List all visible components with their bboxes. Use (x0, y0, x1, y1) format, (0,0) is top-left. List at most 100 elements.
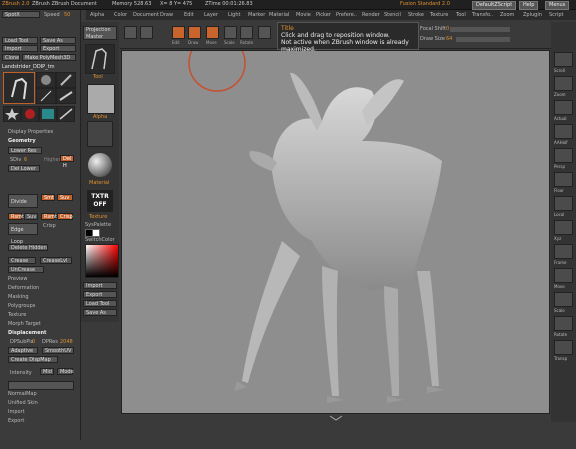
smoothuv-button[interactable]: SmoothUV (42, 347, 74, 354)
export-button[interactable]: Export (40, 45, 76, 52)
color-picker[interactable] (85, 244, 119, 278)
menu-tool[interactable]: Tool (456, 12, 466, 18)
dpres-label[interactable]: DPRes (42, 339, 58, 345)
stroke-thumbnail[interactable] (87, 121, 113, 147)
scale-button[interactable] (224, 26, 237, 39)
higher-res-button[interactable]: Higher (44, 157, 61, 163)
projection-master-button[interactable]: Projection Master (83, 26, 117, 40)
transp-shelf-icon[interactable] (554, 340, 573, 355)
crease-button[interactable]: Crease (8, 257, 36, 264)
preview-section[interactable]: Preview (8, 276, 27, 282)
dpres-value[interactable]: 2048 (60, 339, 73, 345)
creaselvl-slider[interactable]: CreaseLvl (40, 257, 72, 264)
focal-shift-slider[interactable] (450, 27, 510, 32)
speed-value[interactable]: 50 (64, 12, 70, 18)
document-canvas[interactable] (121, 34, 550, 414)
mode-button[interactable]: Mode (57, 368, 74, 375)
mid-button[interactable]: Mid (40, 368, 54, 375)
brush-tool-thumbnail[interactable] (56, 72, 76, 88)
make-polymesh-button[interactable]: Make PolyMesh3D (22, 54, 76, 61)
knife-tool-thumbnail[interactable] (56, 88, 76, 104)
floor-icon[interactable] (554, 172, 573, 187)
intensity-label[interactable]: Intensity (10, 370, 32, 376)
divide-button[interactable]: Divide (8, 194, 38, 208)
current-tool-thumbnail[interactable] (3, 72, 35, 104)
export-section[interactable]: Export (8, 418, 24, 424)
draw-size-slider[interactable] (456, 37, 510, 42)
crisp-toggle[interactable]: Crisp (57, 213, 73, 220)
load-tool-button[interactable]: Load Tool (2, 37, 38, 44)
menu-draw[interactable]: Draw (160, 12, 173, 18)
col2-export-button[interactable]: Export (83, 291, 117, 298)
menu-transform[interactable]: Transfo.. (472, 12, 493, 18)
rotate-button[interactable] (240, 26, 253, 39)
menu-movie[interactable]: Movie (296, 12, 311, 18)
rotate-shelf-icon[interactable] (554, 316, 573, 331)
edit-button[interactable] (172, 26, 185, 39)
uncrease-button[interactable]: UnCrease (8, 266, 44, 273)
menu-light[interactable]: Light (228, 12, 240, 18)
menus-button[interactable]: Menus (545, 1, 570, 10)
deformation-section[interactable]: Deformation (8, 285, 39, 291)
move-button[interactable] (206, 26, 219, 39)
primary-color-swatch[interactable] (92, 229, 100, 237)
help-button[interactable]: Help (519, 1, 539, 10)
save-as-button[interactable]: Save As (40, 37, 76, 44)
unified-skin-section[interactable]: Unified Skin (8, 400, 38, 406)
dpsubpix-label[interactable]: DPSubPix (10, 339, 34, 345)
normalmap-section[interactable]: NormalMap (8, 391, 37, 397)
adaptive-button[interactable]: Adaptive (8, 347, 38, 354)
menu-texture[interactable]: Texture (430, 12, 448, 18)
draw-size-value[interactable]: 64 (446, 36, 452, 42)
menu-render[interactable]: Render (362, 12, 380, 18)
edit-mode-icon[interactable] (124, 26, 137, 39)
texture-off-button[interactable]: TXTR OFF (87, 190, 113, 212)
del-higher-button[interactable]: Del H (60, 155, 74, 169)
geometry-section[interactable]: Geometry (8, 138, 36, 144)
frame-icon[interactable] (140, 26, 153, 39)
star-tool-thumbnail[interactable] (3, 106, 21, 122)
menu-marker[interactable]: Marker (248, 12, 265, 18)
lower-res-button[interactable]: Lower Res (8, 147, 42, 154)
menu-picker[interactable]: Picker (316, 12, 331, 18)
polygroups-section[interactable]: Polygroups (8, 303, 35, 309)
rsmt-toggle[interactable]: Rsmt (41, 213, 57, 220)
bottom-bar[interactable] (120, 414, 551, 422)
menu-alpha[interactable]: Alpha (90, 12, 104, 18)
stroke-tool-thumbnail[interactable] (57, 106, 75, 122)
import-section[interactable]: Import (8, 409, 25, 415)
xyz-icon[interactable] (554, 220, 573, 235)
menu-script[interactable]: Script (549, 12, 564, 18)
dpsubpix-value[interactable]: 0 (32, 339, 35, 345)
frame-shelf-icon[interactable] (554, 244, 573, 259)
mrgb-button[interactable] (258, 26, 271, 39)
focal-shift-value[interactable]: 0 (446, 26, 449, 32)
texture-section[interactable]: Texture (8, 312, 26, 318)
move-shelf-icon[interactable] (554, 268, 573, 283)
teal-tool-thumbnail[interactable] (39, 106, 57, 122)
persp-icon[interactable] (554, 148, 573, 163)
menu-document[interactable]: Document (133, 12, 159, 18)
menu-color[interactable]: Color (114, 12, 127, 18)
scroll-icon[interactable] (554, 52, 573, 67)
menu-preferences[interactable]: Prefere.. (336, 12, 357, 18)
focal-shift-label[interactable]: Focal Shift (420, 26, 446, 32)
col2-import-button[interactable]: Import (83, 282, 117, 289)
default-zscript-button[interactable]: DefaultZScript (472, 1, 517, 10)
suv-button[interactable]: Suv (57, 194, 73, 201)
menu-material[interactable]: Material (269, 12, 289, 18)
display-properties-section[interactable]: Display Properties (8, 129, 53, 135)
col2-save-as-button[interactable]: Save As (83, 309, 117, 316)
zoom-icon[interactable] (554, 76, 573, 91)
delete-hidden-button[interactable]: Delete Hidden (8, 244, 48, 251)
morph-target-section[interactable]: Morph Target (8, 321, 41, 327)
scale-shelf-icon[interactable] (554, 292, 573, 307)
draw-size-label[interactable]: Draw Size (420, 36, 445, 42)
spotlight-button[interactable]: SpotX (2, 11, 40, 18)
aahalf-icon[interactable] (554, 124, 573, 139)
suv-toggle[interactable]: Suv (24, 213, 38, 220)
alpha-thumbnail[interactable] (87, 84, 115, 114)
rsmt-button[interactable]: Rsmt (8, 213, 24, 220)
simple-brush-thumbnail[interactable] (36, 88, 56, 104)
local-icon[interactable] (554, 196, 573, 211)
